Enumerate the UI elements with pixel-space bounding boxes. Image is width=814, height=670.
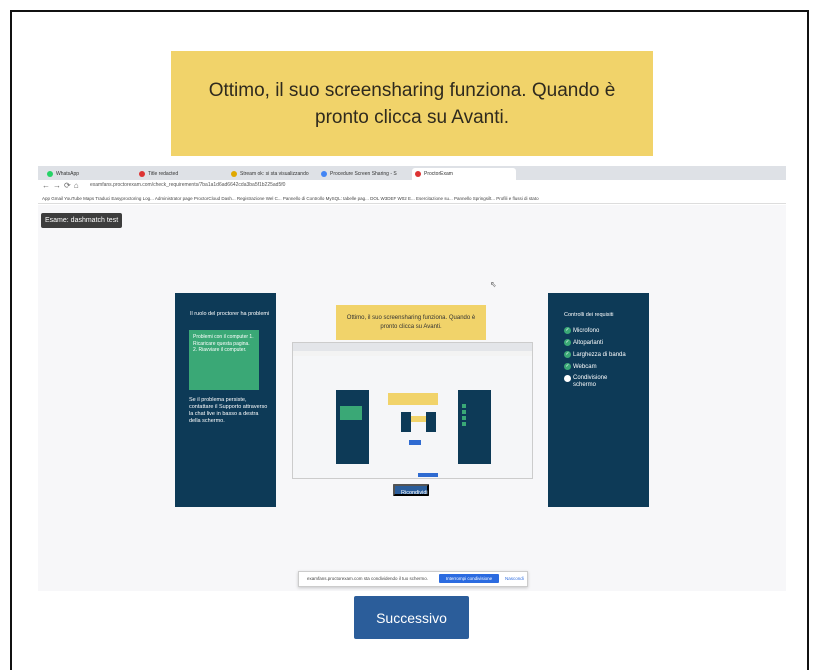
troubleshoot-panel: Il ruolo del proctorer ha problemi Probl… [175,293,276,507]
check-bandwidth: ✓ Larghezza di banda [564,351,626,358]
tab-label: Procedure Screen Sharing - S [330,171,397,177]
troubleshoot-steps: Problemi con il computer 1. Ricaricare q… [189,330,259,390]
tab-label: Stream ok: si sta visualizzando [240,171,309,177]
nested-left-panel [336,390,369,464]
requirements-panel: Controlli dei requisiti ✓ Microfono ✓ Alto… [548,293,649,507]
check-label: Webcam [573,363,597,370]
troubleshoot-support: Se il problema persiste, contattare il S… [189,397,268,424]
check-label: Larghezza di banda [573,351,626,358]
next-button[interactable]: Successivo [354,596,469,639]
nested-check [462,404,466,408]
stop-sharing-button[interactable]: Interrompi condivisione [439,574,499,583]
check-label: Microfono [573,327,600,334]
success-banner: Ottimo, il suo screensharing funziona. Q… [171,51,653,156]
browser-tab-bar: WhatsApp Title redacted Stream ok: si st… [38,166,786,180]
nested-right-panel [458,390,491,464]
nested-inner-panel [401,412,411,432]
nested-check [462,422,466,426]
nested-success-banner: Ottimo, il suo screensharing funziona. Q… [336,305,486,340]
checkmark-icon: ✓ [564,327,571,334]
checkmark-icon: ✓ [564,363,571,370]
mouse-cursor-icon: ⇖ [490,280,497,289]
check-webcam: ✓ Webcam [564,363,597,370]
nested-page [293,356,532,478]
checkmark-icon: ✓ [564,339,571,346]
requirements-title: Controlli dei requisiti [564,312,614,318]
proctor-page: Esame: dashmatch test ⇖ Il ruolo del pro… [38,205,786,591]
pending-circle-icon [564,375,571,382]
check-label: Altoparlanti [573,339,604,346]
address-bar: ←→⟳⌂ examfans.proctorexam.com/check_requ… [38,180,786,194]
check-microphone: ✓ Microfono [564,327,599,334]
nested-green-box [340,406,362,420]
nested-share-button [418,473,438,477]
hide-button[interactable]: Nascondi [505,576,524,581]
nested-success-text: Ottimo, il suo screensharing funziona. Q… [346,314,476,330]
checkmark-icon: ✓ [564,351,571,358]
nested-banner [388,393,438,405]
nested-screen-preview [292,342,533,479]
bookmarks-bar[interactable]: App Gmail YouTube Maps Traduci Easyproct… [38,193,786,204]
tab-stream[interactable]: Stream ok: si sta visualizzando [228,168,324,180]
tab-procedure[interactable]: Procedure Screen Sharing - S [318,168,418,180]
nested-tab-bar [293,343,532,351]
nested-check [462,410,466,414]
share-message: examfans.proctorexam.com sta condividend… [307,576,429,581]
check-screenshare: Condivisione schermo [564,375,628,389]
check-speakers: ✓ Altoparlanti [564,339,603,346]
screenshare-preview: WhatsApp Title redacted Stream ok: si st… [38,166,786,591]
tab-label: ProctorExam [424,171,453,177]
nav-arrows-icon[interactable]: ←→⟳⌂ [42,181,82,190]
check-label: Condivisione schermo [573,375,608,388]
nested-check [462,416,466,420]
nested-inner-banner [411,416,426,422]
tab-label: Title redacted [148,171,179,177]
tab-redacted[interactable]: Title redacted [136,168,234,180]
tab-proctorexam[interactable]: ProctorExam [412,168,516,180]
exam-tag: Esame: dashmatch test [41,213,123,228]
success-banner-text: Ottimo, il suo screensharing funziona. Q… [208,79,616,128]
screen-share-notification: examfans.proctorexam.com sta condividend… [298,571,528,587]
nested-inner-panel [426,412,436,432]
tab-label: WhatsApp [56,171,80,177]
reshare-button[interactable]: Ricondividi [393,484,429,496]
nested-button [409,440,421,445]
troubleshoot-intro: Il ruolo del proctorer ha problemi [190,311,270,317]
url-field[interactable]: examfans.proctorexam.com/check_requireme… [90,182,285,188]
tab-whatsapp[interactable]: WhatsApp [44,168,144,180]
